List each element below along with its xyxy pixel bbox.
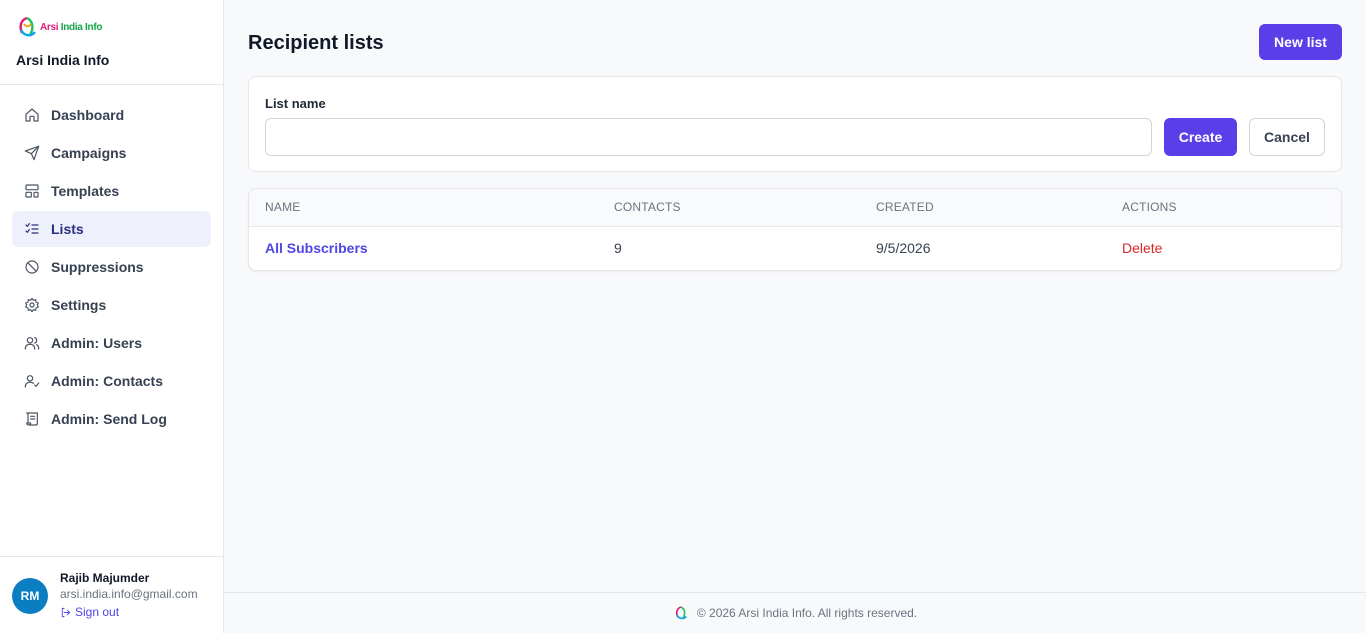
column-header-actions: ACTIONS — [1122, 200, 1177, 215]
footer: © 2026 Arsi India Info. All rights reser… — [224, 592, 1366, 633]
new-list-form: List name Create Cancel — [248, 76, 1342, 172]
list-created-date: 9/5/2026 — [876, 240, 931, 257]
list-check-icon — [24, 221, 40, 237]
delete-button[interactable]: Delete — [1122, 240, 1162, 256]
list-name-label: List name — [265, 96, 326, 111]
main-content: Recipient lists New list List name Creat… — [224, 0, 1366, 592]
sidebar-item-campaigns[interactable]: Campaigns — [12, 135, 211, 171]
user-email: arsi.india.info@gmail.com — [60, 587, 198, 601]
sidebar-item-suppressions[interactable]: Suppressions — [12, 249, 211, 285]
column-header-name[interactable]: NAME — [249, 189, 598, 226]
sidebar-item-dashboard[interactable]: Dashboard — [12, 97, 211, 133]
user-check-icon — [24, 373, 40, 389]
sidebar-item-templates[interactable]: Templates — [12, 173, 211, 209]
sidebar-item-settings[interactable]: Settings — [12, 287, 211, 323]
scroll-icon — [24, 411, 40, 427]
column-header-created[interactable]: CREATED — [860, 189, 1106, 226]
logo-icon — [19, 16, 36, 37]
sidebar-item-admin-contacts[interactable]: Admin: Contacts — [12, 363, 211, 399]
new-list-button[interactable]: New list — [1259, 24, 1342, 60]
brand-name: Arsi India Info — [16, 52, 110, 68]
brand-logo[interactable]: Arsi India Info — [16, 14, 207, 40]
create-button[interactable]: Create — [1164, 118, 1237, 156]
list-name-link[interactable]: All Subscribers — [265, 240, 368, 256]
sidebar-item-label: Admin: Contacts — [51, 373, 163, 389]
send-icon — [24, 145, 40, 161]
logo-text: Arsi India Info — [40, 22, 102, 33]
user-info: Rajib Majumder arsi.india.info@gmail.com… — [60, 571, 198, 633]
sidebar: Arsi India Info Arsi India Info Dashboar… — [0, 0, 224, 633]
user-panel: RM Rajib Majumder arsi.india.info@gmail.… — [0, 556, 223, 633]
logo-text-part: Arsi — [40, 21, 61, 33]
lists-table: NAME CONTACTS CREATED ACTIONS All Subscr… — [249, 189, 1341, 270]
sign-out-label: Sign out — [75, 605, 120, 619]
logo-text-part: India Info — [60, 21, 103, 33]
layout-icon — [24, 183, 40, 199]
sidebar-item-label: Settings — [51, 297, 107, 313]
sidebar-item-label: Lists — [51, 221, 84, 237]
sidebar-item-label: Suppressions — [51, 259, 144, 275]
logout-icon — [61, 607, 71, 617]
ban-icon — [24, 259, 40, 275]
sidebar-item-label: Admin: Users — [51, 335, 143, 351]
sidebar-nav: Dashboard Campaigns Templates Lists Supp… — [0, 85, 223, 451]
list-name-input[interactable] — [265, 118, 1152, 156]
list-contacts-count: 9 — [614, 240, 622, 257]
sidebar-item-label: Templates — [51, 183, 120, 199]
cancel-button[interactable]: Cancel — [1249, 118, 1325, 156]
page-title: Recipient lists — [248, 32, 384, 54]
footer-copyright: © 2026 Arsi India Info. All rights reser… — [696, 606, 918, 620]
avatar: RM — [12, 578, 48, 614]
sidebar-item-label: Campaigns — [51, 145, 127, 161]
sign-out-link[interactable]: Sign out — [60, 605, 198, 619]
users-icon — [24, 335, 40, 351]
sidebar-item-lists[interactable]: Lists — [12, 211, 211, 247]
sidebar-item-admin-users[interactable]: Admin: Users — [12, 325, 211, 361]
sidebar-item-admin-send-log[interactable]: Admin: Send Log — [12, 401, 211, 437]
column-header-contacts[interactable]: CONTACTS — [598, 189, 860, 226]
lists-table-card: NAME CONTACTS CREATED ACTIONS All Subscr… — [248, 188, 1342, 271]
user-name: Rajib Majumder — [60, 571, 150, 585]
footer-logo-icon — [675, 606, 687, 620]
table-row: All Subscribers 9 9/5/2026 Delete — [249, 226, 1341, 270]
brand-header: Arsi India Info Arsi India Info — [0, 0, 223, 85]
gear-icon — [24, 297, 40, 313]
home-icon — [24, 107, 40, 123]
table-header-row: NAME CONTACTS CREATED ACTIONS — [249, 189, 1341, 226]
sidebar-item-label: Dashboard — [51, 107, 125, 123]
sidebar-item-label: Admin: Send Log — [51, 411, 167, 427]
